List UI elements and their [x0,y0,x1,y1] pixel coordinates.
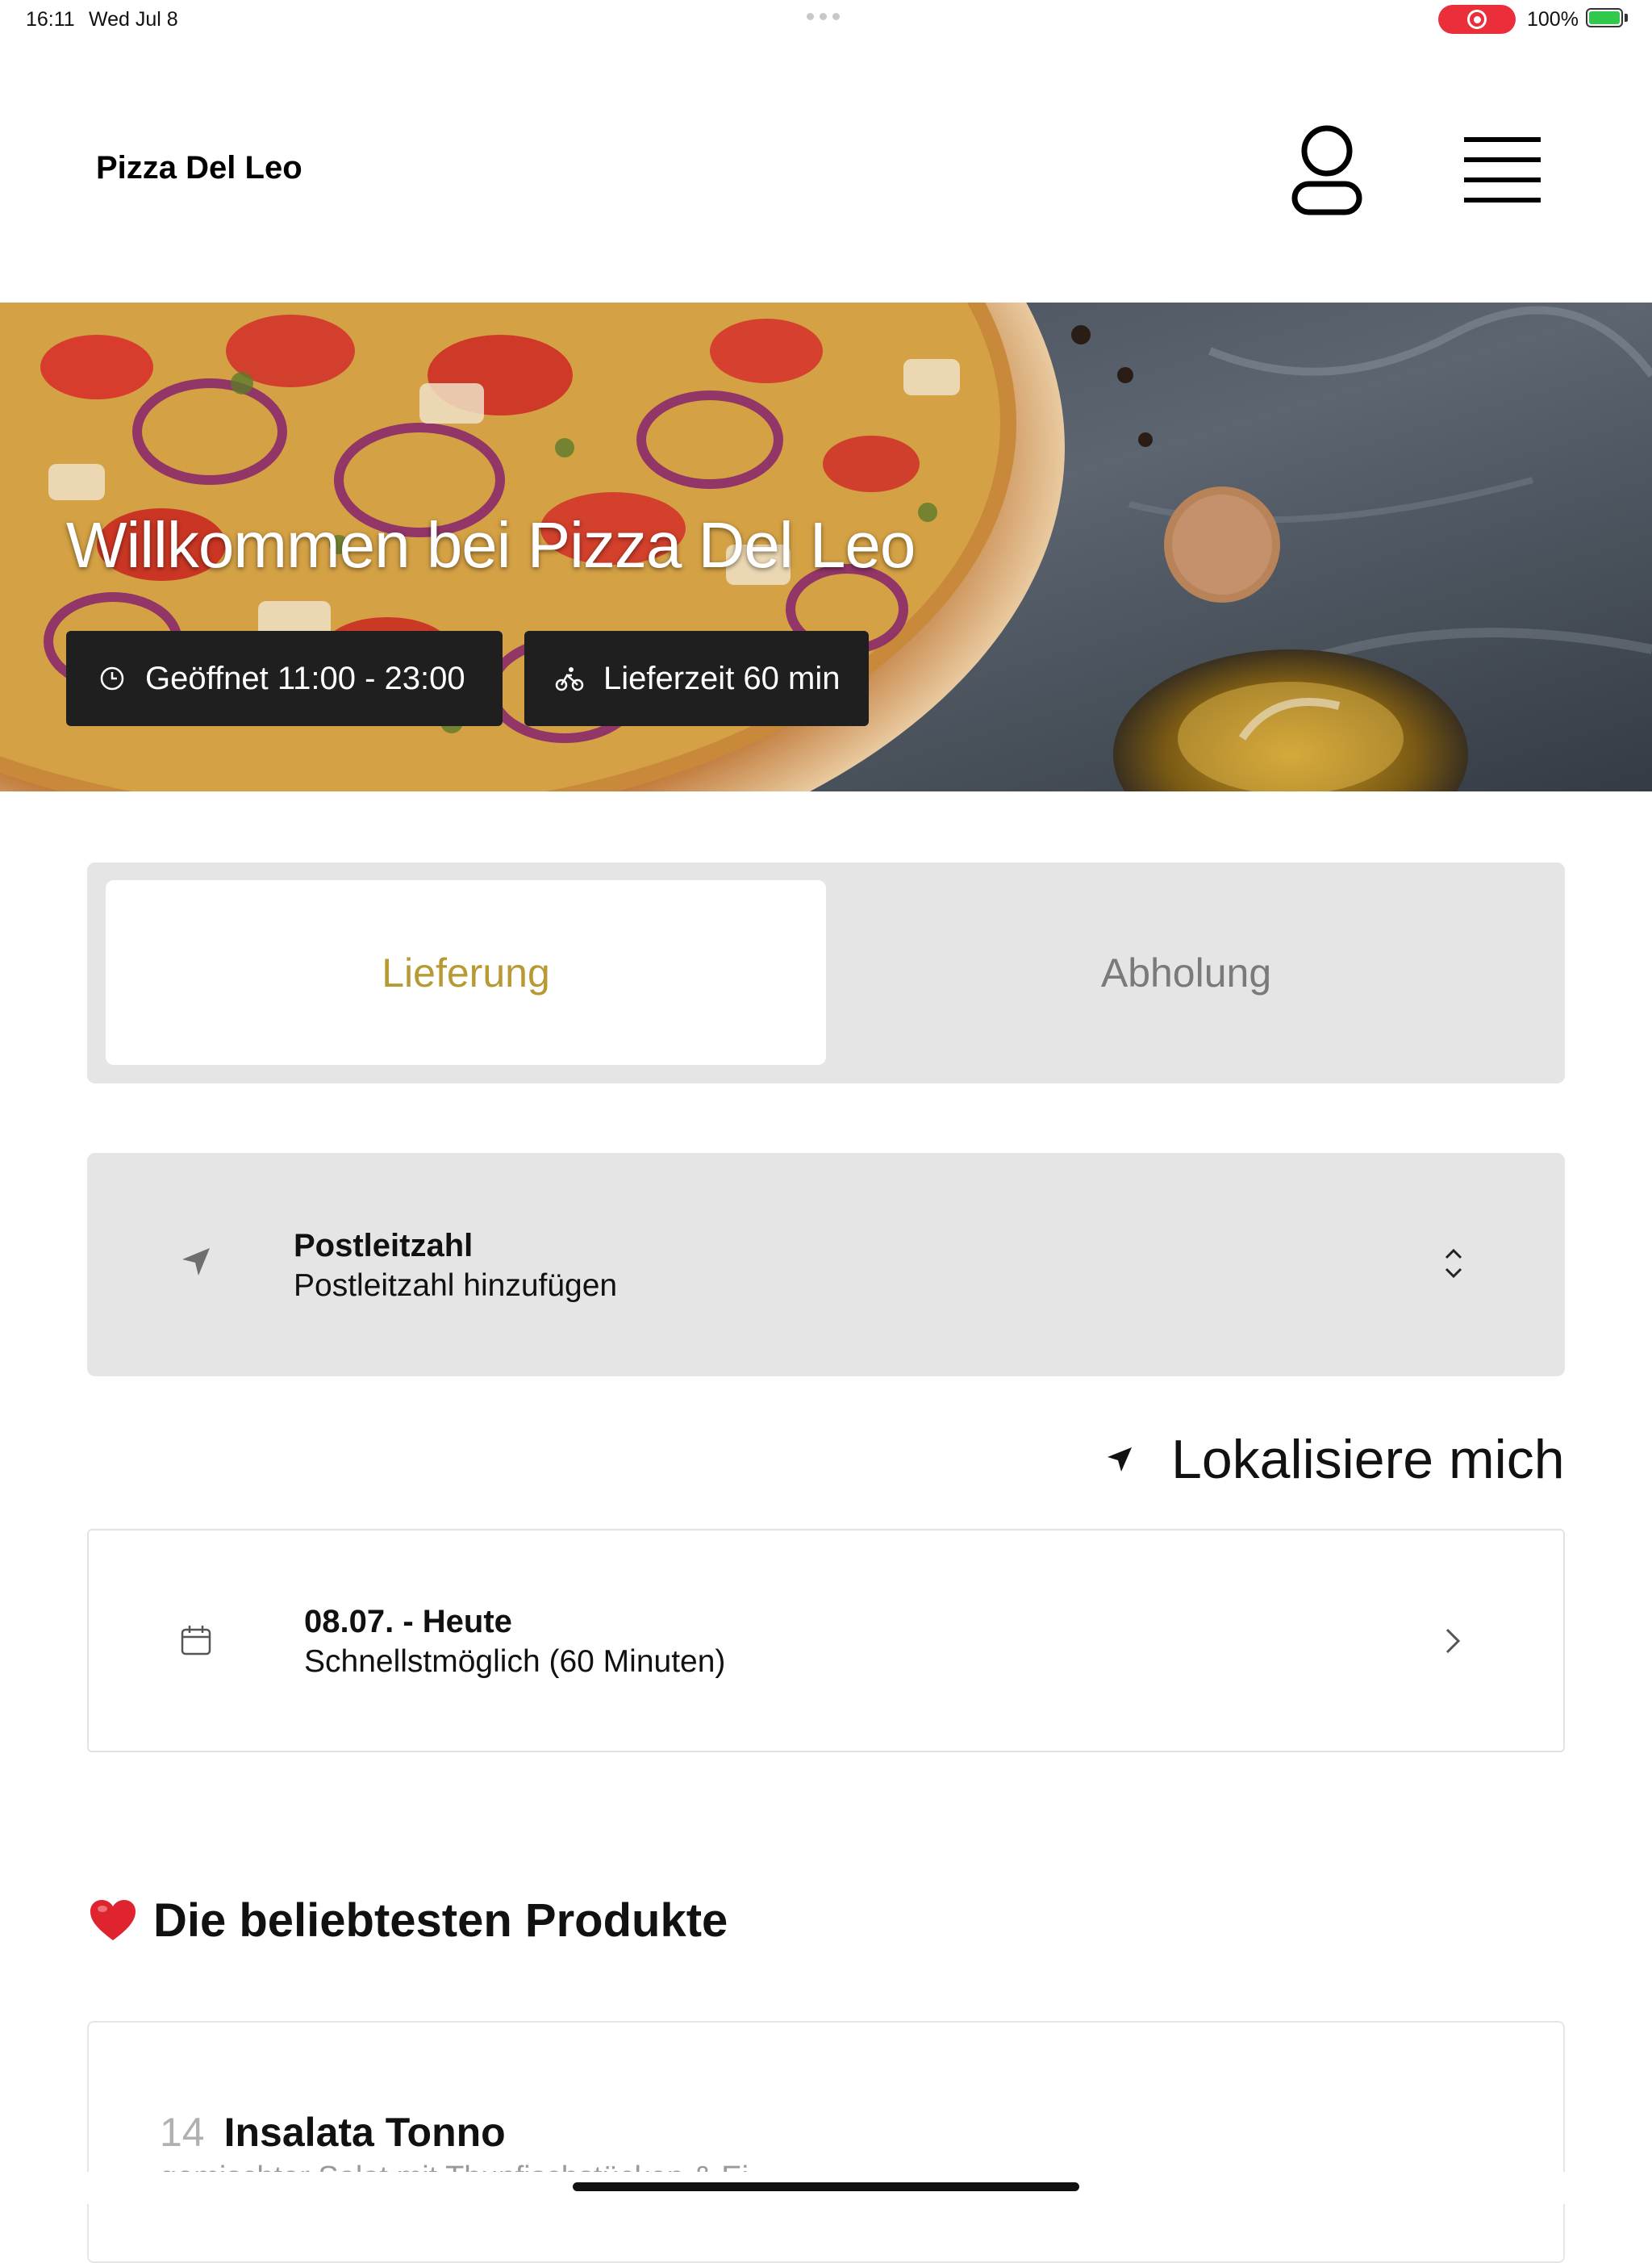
battery-percentage: 100% [1527,8,1579,31]
brand-title[interactable]: Pizza Del Leo [96,150,302,186]
hero-title: Willkommen bei Pizza Del Leo [66,509,916,581]
clock-icon [100,666,124,691]
battery-nub [1625,14,1628,22]
popular-products-title: Die beliebtesten Produkte [153,1894,728,1947]
record-icon [1467,10,1487,29]
delivery-date: 08.07. - Heute [304,1604,512,1639]
product-number: 14 [160,2110,205,2155]
status-date: Wed Jul 8 [89,8,178,31]
chevron-up-down-icon[interactable] [1440,1245,1467,1286]
calendar-icon [179,1623,213,1661]
postal-code-placeholder[interactable]: Postleitzahl hinzufügen [294,1268,617,1304]
delivery-slot-card[interactable] [87,1529,1565,1752]
opening-hours-badge: Geöffnet 11:00 - 23:00 [66,631,503,726]
multitasking-dots[interactable] [807,13,840,20]
location-arrow-icon [1108,1447,1132,1472]
bicycle-icon [555,667,584,691]
menu-button[interactable] [1456,129,1549,210]
location-arrow-icon [179,1245,213,1283]
delivery-time-badge: Lieferzeit 60 min [524,631,869,726]
home-indicator[interactable] [573,2182,1079,2191]
product-title-line: 14 Insalata Tonno [160,2109,506,2156]
status-time: 16:11 [26,8,75,31]
locate-me-button[interactable]: Lokalisiere mich [1105,1428,1565,1491]
delivery-time-option: Schnellstmöglich (60 Minuten) [304,1644,726,1679]
locate-me-label: Lokalisiere mich [1171,1429,1565,1490]
user-icon [1291,125,1362,215]
delivery-time-text: Lieferzeit 60 min [603,660,841,696]
tab-lieferung[interactable]: Lieferung [106,880,826,1065]
tab-abholung[interactable]: Abholung [826,880,1546,1065]
opening-hours-text: Geöffnet 11:00 - 23:00 [145,660,465,696]
chevron-right-icon[interactable] [1444,1626,1462,1660]
account-button[interactable] [1283,121,1371,218]
heart-icon [90,1899,136,1940]
hamburger-menu-icon [1464,137,1541,203]
screen-recording-indicator[interactable] [1438,5,1516,34]
postal-code-field[interactable] [87,1153,1565,1376]
postal-code-label: Postleitzahl [294,1228,473,1263]
popular-products-heading: Die beliebtesten Produkte [89,1893,728,1948]
product-name: Insalata Tonno [223,2110,506,2155]
battery-icon [1586,8,1623,27]
